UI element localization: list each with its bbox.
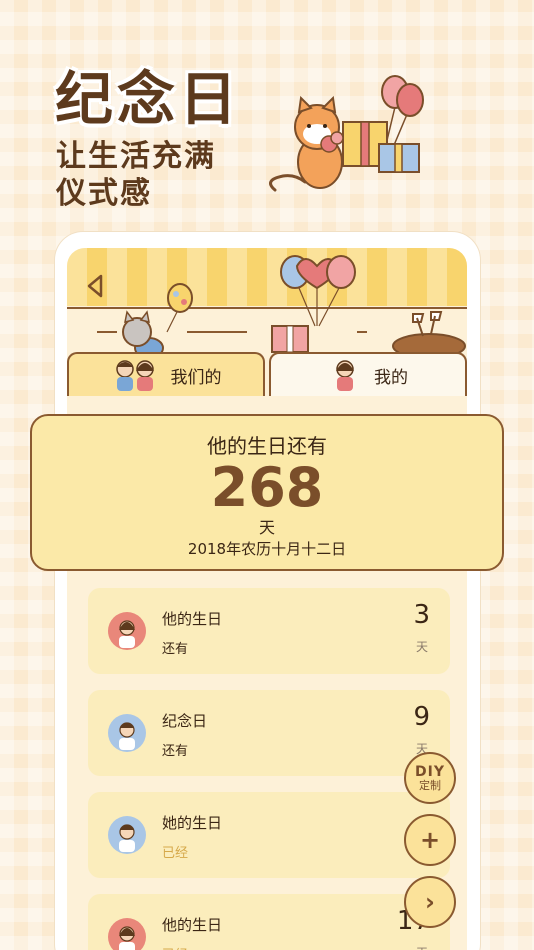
couple-avatar-icon	[108, 612, 146, 650]
countdown-date: 2018年农历十月十二日	[187, 540, 347, 558]
countdown-number: 268	[210, 456, 324, 519]
list-item[interactable]: 他的生日 还有 3 天	[88, 588, 450, 674]
featured-countdown-card[interactable]: 他的生日还有 268 天 2018年农历十月十二日	[30, 414, 504, 571]
item-name: 他的生日	[162, 916, 223, 934]
plus-icon: +	[419, 826, 441, 854]
item-days: 9	[413, 702, 430, 732]
balloon-red-icon	[396, 83, 424, 117]
item-name: 他的生日	[162, 610, 223, 628]
couple-avatar-icon	[115, 360, 154, 391]
promo-subtitle-line-1: 让生活充满	[56, 139, 216, 174]
girl-avatar-icon	[336, 360, 354, 391]
countdown-unit: 天	[258, 518, 275, 537]
item-name: 纪念日	[162, 712, 208, 730]
chevron-left-icon	[87, 274, 103, 298]
item-status: 已经	[162, 846, 189, 861]
item-status: 还有	[162, 642, 189, 657]
diy-customize-button[interactable]: DIY 定制	[404, 752, 456, 804]
item-status: 还有	[162, 744, 189, 759]
cat-with-gifts-illustration	[269, 75, 424, 192]
list-item[interactable]: 他的生日 已经 17 天	[88, 894, 450, 950]
tab-ours-label: 我们的	[170, 367, 222, 388]
list-item[interactable]: 她的生日 已经	[88, 792, 450, 878]
add-anniversary-button[interactable]: +	[404, 814, 456, 866]
boy-avatar-icon	[108, 714, 146, 752]
balloon-pink-icon	[326, 255, 356, 289]
promo-subtitle: 让生活充满 仪式感	[56, 138, 216, 212]
couple-avatar-icon	[108, 918, 146, 950]
promo-headline: 纪念日	[55, 65, 242, 133]
diy-label: DIY	[415, 763, 445, 780]
promo-subtitle-line-2: 仪式感	[56, 176, 152, 211]
countdown-title: 他的生日还有	[207, 434, 327, 458]
item-status: 已经	[162, 944, 188, 950]
tab-mine[interactable]: 我的	[269, 352, 467, 396]
customize-label: 定制	[419, 778, 441, 792]
next-button[interactable]: ›	[404, 876, 456, 928]
item-name: 她的生日	[162, 814, 223, 832]
item-unit: 天	[416, 944, 428, 950]
chevron-right-icon: ›	[425, 888, 435, 916]
party-scene-illustration	[67, 255, 467, 358]
balloon-spotted-icon	[167, 283, 193, 313]
boy-avatar-icon	[108, 816, 146, 854]
tab-mine-label: 我的	[374, 367, 408, 388]
item-unit: 天	[415, 640, 428, 654]
tab-bar: 我们的 我的	[67, 352, 467, 396]
list-item[interactable]: 纪念日 还有 9 天	[88, 690, 450, 776]
tab-ours[interactable]: 我们的	[67, 352, 265, 396]
item-days: 3	[413, 600, 430, 630]
back-button[interactable]	[85, 274, 107, 298]
